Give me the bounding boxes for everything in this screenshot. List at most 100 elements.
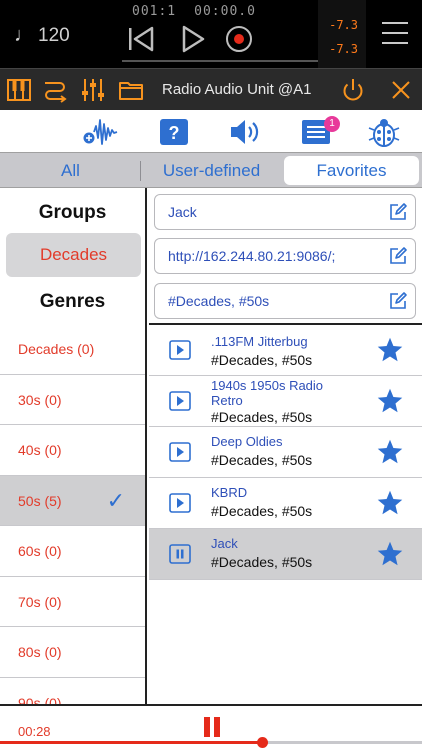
genre-label: 40s (0) (18, 442, 62, 458)
notification-badge: 1 (324, 116, 340, 132)
genre-item[interactable]: Decades (0) (0, 324, 145, 375)
genre-item[interactable]: 30s (0) (0, 375, 145, 425)
edit-icon (390, 292, 407, 309)
help-icon: ? (160, 119, 188, 145)
position-readout: 001:1 00:00.0 (132, 4, 274, 19)
transport-bar: ♩ 120 001:1 00:00.0 -7.3 -7.3 (0, 0, 422, 68)
edit-url-button[interactable] (388, 246, 408, 266)
star-icon (377, 388, 403, 413)
record-button[interactable] (222, 22, 256, 56)
station-name-field[interactable]: Jack (154, 194, 416, 230)
favorite-button[interactable] (376, 438, 404, 466)
station-row[interactable]: KBRD #Decades, #50s (149, 478, 422, 529)
tab-user-defined[interactable]: User-defined (142, 156, 281, 185)
debug-button[interactable] (368, 116, 400, 148)
add-waveform-icon (83, 119, 118, 145)
tab-divider (140, 161, 141, 181)
play-box-icon (169, 442, 191, 462)
station-name: 1940s 1950s Radio Retro (211, 378, 324, 408)
tempo-display[interactable]: ♩ 120 (14, 24, 70, 47)
filter-tabs: All User-defined Favorites (0, 152, 422, 188)
play-button[interactable] (176, 22, 210, 56)
genre-item[interactable]: 40s (0) (0, 425, 145, 476)
station-tags: #Decades, #50s (211, 409, 313, 425)
bar-beat-position: 001:1 (132, 4, 177, 19)
menu-button[interactable] (382, 22, 408, 46)
station-row[interactable]: .113FM Jitterbug #Decades, #50s (149, 325, 422, 376)
close-icon (392, 81, 410, 99)
edit-name-button[interactable] (388, 202, 408, 222)
hamburger-icon (382, 22, 408, 24)
tab-all[interactable]: All (3, 156, 138, 185)
genre-item[interactable]: 70s (0) (0, 577, 145, 627)
routing-icon (45, 82, 67, 103)
genre-item-selected[interactable]: 50s (5) ✓ (0, 475, 145, 526)
favorite-button[interactable] (376, 387, 404, 415)
star-icon (377, 439, 403, 464)
station-row-playing[interactable]: Jack #Decades, #50s (149, 529, 422, 580)
genre-item[interactable]: 60s (0) (0, 526, 145, 577)
station-tags: #Decades, #50s (211, 503, 313, 519)
tab-favorites[interactable]: Favorites (284, 156, 419, 185)
playback-footer: 00:28 (0, 704, 422, 750)
add-station-button[interactable] (82, 116, 118, 148)
groups-heading: Groups (38, 202, 107, 223)
pause-button[interactable] (204, 717, 220, 737)
station-row[interactable]: 1940s 1950s Radio Retro #Decades, #50s (149, 376, 422, 427)
speaker-icon (231, 120, 259, 144)
play-station-button[interactable] (169, 493, 191, 513)
genre-label: 30s (0) (18, 391, 62, 408)
keyboard-button[interactable] (6, 77, 32, 103)
mixer-sliders-icon (82, 79, 104, 101)
music-note-icon: ♩ (14, 24, 34, 46)
checkmark-icon: ✓ (106, 487, 125, 513)
decades-group-button[interactable]: Decades (6, 233, 141, 277)
record-icon (226, 26, 252, 52)
play-box-icon (169, 493, 191, 513)
plugin-header: Radio Audio Unit @A1 (0, 68, 422, 110)
station-url-field[interactable]: http://162.244.80.21:9086/; (154, 238, 416, 274)
playback-slider[interactable] (0, 737, 422, 748)
help-button[interactable]: ? (158, 116, 190, 148)
star-icon (377, 541, 403, 566)
genre-item[interactable]: 80s (0) (0, 627, 145, 678)
edit-tags-button[interactable] (388, 291, 408, 311)
genre-item[interactable]: 90s (0) (0, 678, 145, 705)
station-name: Jack (211, 536, 238, 551)
favorite-button[interactable] (376, 336, 404, 364)
elapsed-time: 00:28 (18, 724, 51, 739)
genre-label: 70s (0) (18, 593, 62, 610)
play-box-icon (169, 340, 191, 360)
play-station-button[interactable] (169, 391, 191, 411)
genres-heading: Genres (39, 291, 106, 312)
messages-button[interactable]: 1 (300, 116, 340, 148)
close-button[interactable] (388, 77, 414, 103)
mixer-button[interactable] (80, 77, 106, 103)
play-station-button[interactable] (169, 442, 191, 462)
play-box-icon (169, 391, 191, 411)
station-list: .113FM Jitterbug #Decades, #50s 1940s 19… (149, 323, 422, 580)
meter-right-value: -7.3 (329, 42, 358, 56)
volume-button[interactable] (228, 116, 260, 148)
station-row[interactable]: Deep Oldies #Decades, #50s (149, 427, 422, 478)
play-station-button[interactable] (169, 340, 191, 360)
rewind-button[interactable] (124, 22, 158, 56)
genre-label: 80s (0) (18, 644, 62, 660)
pause-station-button[interactable] (169, 544, 191, 564)
star-icon (377, 337, 403, 362)
folder-button[interactable] (118, 77, 144, 103)
level-meter: -7.3 -7.3 (318, 0, 366, 68)
svg-text:?: ? (169, 123, 180, 143)
station-tags: #Decades, #50s (211, 452, 313, 468)
playback-slider-thumb[interactable] (256, 737, 268, 748)
routing-button[interactable] (42, 77, 68, 103)
genre-list: Decades (0) 30s (0) 40s (0) 50s (5) ✓ 60s… (0, 324, 145, 704)
favorite-button[interactable] (376, 489, 404, 517)
tempo-value: 120 (38, 25, 70, 46)
station-tags-field[interactable]: #Decades, #50s (154, 283, 416, 319)
power-button[interactable] (340, 77, 366, 103)
station-name-value: Jack (168, 204, 197, 220)
ladybug-icon (368, 119, 400, 147)
pause-box-icon (169, 544, 191, 564)
favorite-button[interactable] (376, 540, 404, 568)
